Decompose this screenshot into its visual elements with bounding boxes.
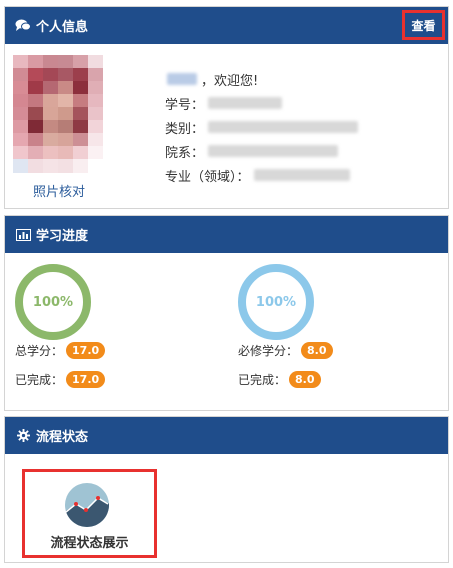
study-progress-panel: 学习进度 100% 100% 总学分： 17.0 已完成： 17.0 必修学分：… (4, 215, 449, 411)
department-row: 院系： (165, 139, 358, 163)
student-id-row: 学号： (165, 91, 358, 115)
comments-icon (15, 19, 31, 33)
personal-info-panel: 个人信息 查看 照片核对 ，欢迎您! 学号： 类别： 院系： 专业（领域）： (4, 6, 449, 209)
required-credit-progress-ring: 100% (238, 264, 314, 340)
category-row: 类别： (165, 115, 359, 139)
study-progress-title: 学习进度 (36, 229, 89, 244)
total-percent-label: 100% (32, 294, 74, 310)
view-button[interactable]: 查看 (402, 10, 445, 40)
total-credit-row: 总学分： 17.0 (15, 342, 106, 359)
student-photo (13, 55, 105, 173)
required-done-badge: 8.0 (289, 371, 321, 388)
required-credit-row: 必修学分： 8.0 (238, 342, 333, 359)
process-status-panel: 流程状态 流程状态展示 (4, 416, 449, 563)
process-status-header: 流程状态 (5, 417, 448, 454)
process-status-display-label: 流程状态展示 (50, 536, 129, 551)
gear-icon (15, 429, 31, 443)
trend-chart-icon (64, 482, 110, 528)
welcome-text: ，欢迎您! (201, 73, 259, 89)
department-redacted (208, 145, 339, 157)
name-redacted (167, 73, 197, 85)
personal-info-title: 个人信息 (36, 20, 89, 35)
required-credit-badge: 8.0 (301, 342, 333, 359)
required-done-label: 已完成： (238, 373, 287, 387)
personal-info-header: 个人信息 查看 (5, 7, 448, 44)
total-credit-progress-ring: 100% (15, 264, 91, 340)
department-label: 院系： (165, 145, 205, 161)
total-done-label: 已完成： (15, 373, 64, 387)
required-percent-label: 100% (255, 294, 297, 310)
photo-check-link[interactable]: 照片核对 (33, 181, 85, 200)
student-id-redacted (208, 97, 283, 109)
study-progress-header: 学习进度 (5, 216, 448, 253)
total-credit-badge: 17.0 (66, 342, 106, 359)
total-done-row: 已完成： 17.0 (15, 371, 106, 388)
major-redacted (253, 169, 350, 181)
required-done-row: 已完成： 8.0 (238, 371, 321, 388)
student-info: ，欢迎您! 学号： 类别： 院系： 专业（领域）： (165, 67, 359, 187)
process-status-title: 流程状态 (36, 430, 89, 445)
category-redacted (208, 121, 359, 133)
student-id-label: 学号： (165, 97, 205, 113)
bar-chart-icon (15, 228, 31, 242)
major-row: 专业（领域）： (165, 163, 358, 187)
process-status-display-button[interactable]: 流程状态展示 (22, 469, 157, 558)
required-credit-label: 必修学分： (238, 344, 299, 358)
major-label: 专业（领域）： (165, 169, 250, 185)
total-credit-label: 总学分： (15, 344, 64, 358)
category-label: 类别： (165, 121, 205, 137)
welcome-row: ，欢迎您! (165, 67, 358, 91)
total-done-badge: 17.0 (66, 371, 106, 388)
